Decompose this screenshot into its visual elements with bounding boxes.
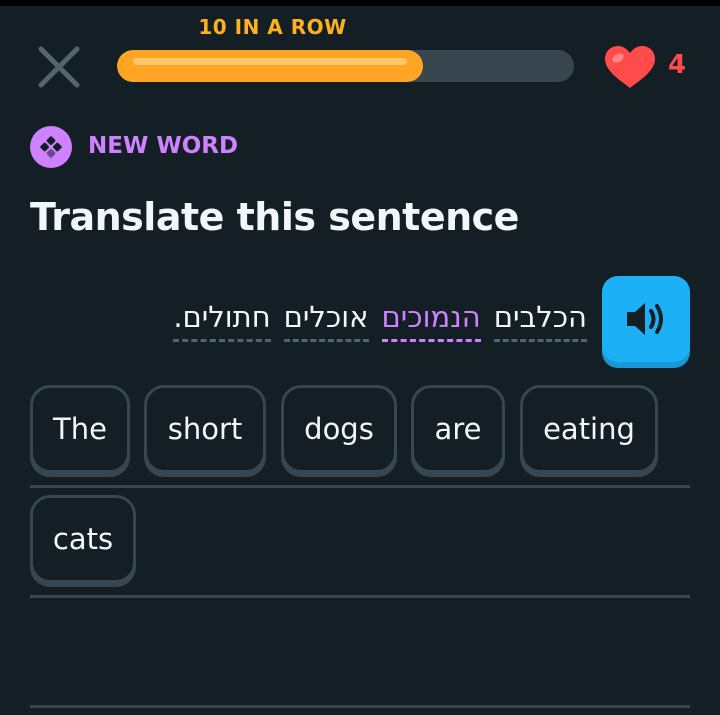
close-button[interactable] — [36, 44, 82, 90]
answer-line — [30, 705, 690, 708]
new-word-icon — [30, 126, 72, 168]
lesson-progress-bar — [117, 50, 574, 82]
progress-shine — [133, 58, 408, 65]
answer-line — [30, 485, 690, 488]
answer-line — [30, 595, 690, 598]
sentence-word[interactable]: אוכלים — [283, 300, 369, 342]
source-sentence: הכלבים הנמוכים אוכלים חתולים. — [173, 300, 588, 342]
word-chip-the[interactable]: The — [30, 385, 130, 473]
status-strip — [0, 0, 720, 6]
word-chip-eating[interactable]: eating — [520, 385, 658, 473]
sentence-word-new[interactable]: הנמוכים — [381, 300, 481, 342]
play-audio-button[interactable] — [602, 276, 690, 362]
sentence-word[interactable]: הכלבים — [493, 300, 588, 342]
streak-label: 10 IN A ROW — [198, 15, 347, 39]
word-chip-short[interactable]: short — [144, 385, 266, 473]
word-chip-cats[interactable]: cats — [30, 495, 136, 583]
page-title: Translate this sentence — [30, 195, 519, 239]
word-chip-are[interactable]: are — [411, 385, 505, 473]
heart-icon — [605, 46, 655, 88]
sentence-word[interactable]: חתולים. — [173, 300, 272, 342]
lesson-progress-fill — [117, 50, 424, 82]
new-word-label: NEW WORD — [88, 133, 239, 159]
speaker-icon — [627, 303, 663, 335]
close-icon — [38, 46, 80, 88]
word-chip-dogs[interactable]: dogs — [281, 385, 397, 473]
hearts-count: 4 — [668, 50, 687, 80]
